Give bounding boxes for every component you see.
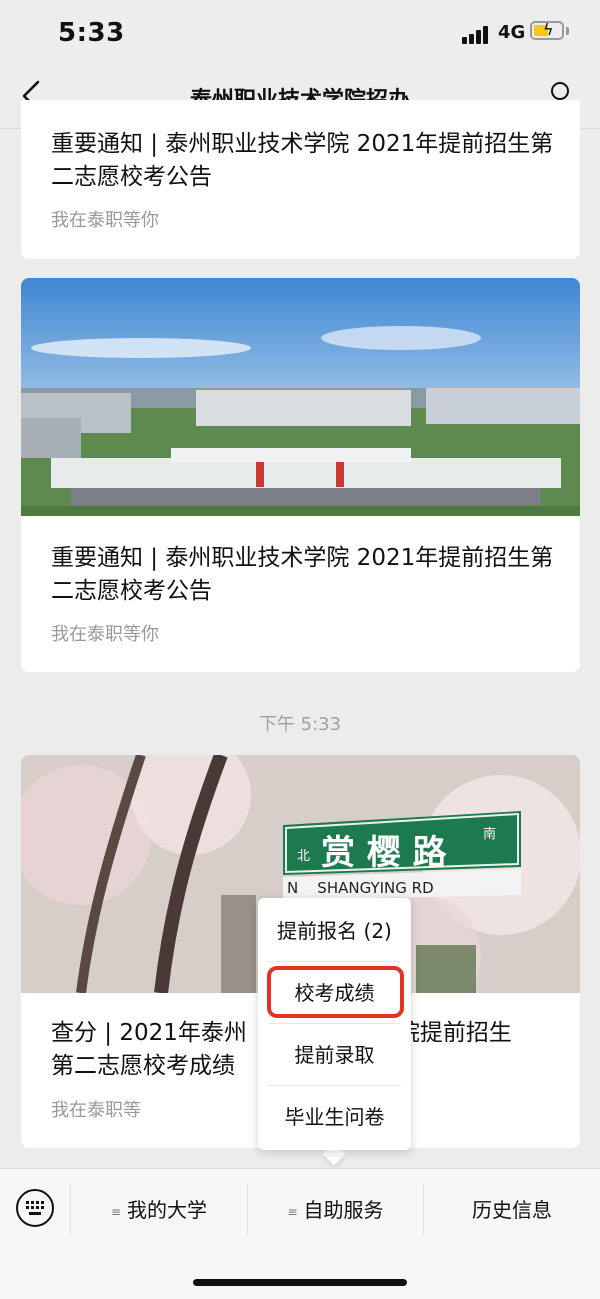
sign-south: 南 — [483, 827, 497, 842]
self-service-popup-menu: 提前报名 (2) 校考成绩 提前录取 毕业生问卷 — [258, 898, 411, 1150]
menu-item-early-registration[interactable]: 提前报名 (2) — [258, 900, 411, 962]
article-title: 重要通知 | 泰州职业技术学院 2021年提前招生第二志愿校考公告 — [51, 131, 554, 190]
signal-icon — [462, 24, 492, 44]
campus-aerial-photo — [21, 278, 580, 516]
article-title-part: 第二志愿校考成绩 — [51, 1053, 235, 1079]
highlight-annotation — [267, 966, 404, 1018]
article-card[interactable]: 重要通知 | 泰州职业技术学院 2021年提前招生第二志愿校考公告 我在泰职等你 — [21, 278, 580, 672]
article-source: 我在泰职等 — [51, 1100, 141, 1121]
tab-self-service[interactable]: ≡ 自助服务 — [248, 1195, 423, 1225]
battery-nub — [566, 27, 569, 35]
message-timestamp: 下午 5:33 — [258, 714, 342, 735]
home-indicator[interactable] — [193, 1279, 407, 1286]
tab-label: 历史信息 — [472, 1198, 552, 1222]
tab-label: 自助服务 — [303, 1198, 384, 1222]
menu-item-graduate-survey[interactable]: 毕业生问卷 — [258, 1086, 411, 1148]
status-bar: 5:33 4G ϟ — [0, 0, 600, 66]
tab-label: 我的大学 — [127, 1198, 208, 1222]
article-card[interactable]: 重要通知 | 泰州职业技术学院 2021年提前招生第二志愿校考公告 我在泰职等你 — [21, 100, 580, 259]
article-title-part: 查分 | 2021年泰州 — [51, 1020, 247, 1046]
article-source: 我在泰职等你 — [51, 210, 159, 231]
status-time: 5:33 — [58, 18, 125, 48]
sign-street-name: 赏 樱 路 — [321, 833, 447, 873]
article-source: 我在泰职等你 — [51, 624, 159, 645]
tab-my-university[interactable]: ≡ 我的大学 — [71, 1195, 247, 1225]
keyboard-icon — [26, 1201, 44, 1215]
sign-pinyin: N SHANGYING RD — [287, 879, 434, 897]
menu-lines-icon: ≡ — [287, 1204, 298, 1219]
battery-icon: ϟ — [530, 20, 564, 40]
menu-item-early-admission[interactable]: 提前录取 — [258, 1024, 411, 1086]
sign-north: 北 — [297, 849, 311, 864]
network-type: 4G — [498, 22, 526, 43]
keyboard-toggle-button[interactable] — [16, 1189, 54, 1227]
article-title-part: 院提前招生 — [396, 1020, 512, 1046]
menu-lines-icon: ≡ — [110, 1204, 122, 1219]
tab-history[interactable]: 历史信息 — [424, 1195, 600, 1225]
article-title: 重要通知 | 泰州职业技术学院 2021年提前招生第二志愿校考公告 — [51, 545, 554, 604]
